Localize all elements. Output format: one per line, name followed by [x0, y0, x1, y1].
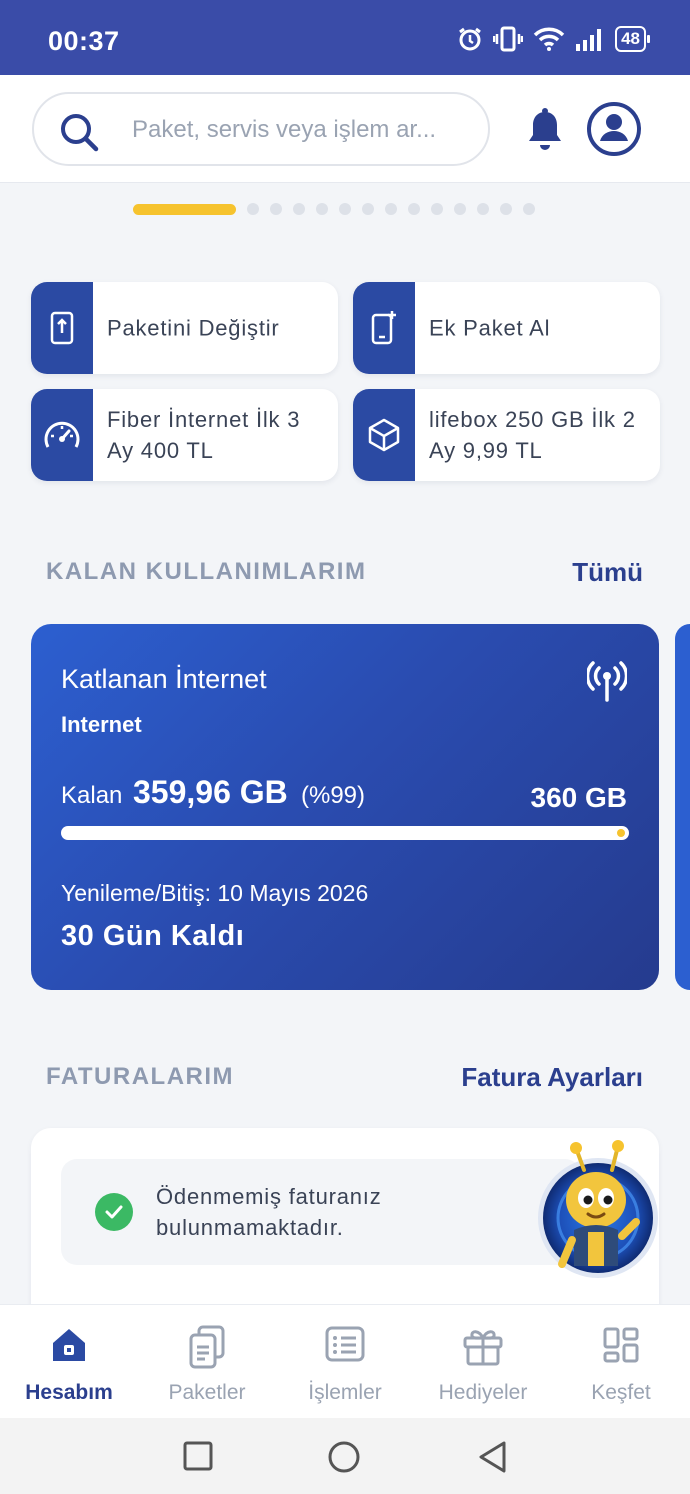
quick-action-lifebox[interactable]: lifebox 250 GB İlk 2 Ay 9,99 TL — [353, 389, 660, 481]
nav-label: İşlemler — [308, 1381, 382, 1404]
assistant-mascot-icon[interactable] — [536, 1140, 660, 1280]
signal-icon — [576, 29, 602, 51]
usage-card-type: Internet — [61, 712, 142, 737]
bottom-nav: Hesabım Paketler İşlemler Hediyeler Keşf… — [0, 1304, 690, 1418]
nav-tab-islemler[interactable]: İşlemler — [276, 1305, 414, 1419]
carousel-dot[interactable] — [477, 203, 489, 215]
progress-end-dot — [617, 829, 625, 837]
alarm-icon — [459, 27, 481, 51]
status-bar: 00:37 48 — [0, 0, 690, 75]
usage-days-left: 30 Gün Kaldı — [61, 920, 245, 952]
profile-icon[interactable] — [586, 101, 642, 157]
usage-section-title: KALAN KULLANIMLARIM — [46, 558, 367, 585]
usage-card-title: Katlanan İnternet — [61, 664, 267, 694]
bill-settings-link[interactable]: Fatura Ayarları — [461, 1062, 643, 1093]
box-icon — [368, 418, 400, 452]
app-header: Paket, servis veya işlem ar... — [0, 75, 690, 183]
carousel-dot[interactable] — [293, 203, 305, 215]
nav-label: Keşfet — [591, 1381, 651, 1404]
packages-icon — [189, 1325, 225, 1369]
carousel-dot[interactable] — [431, 203, 443, 215]
bills-section-title: FATURALARIM — [46, 1063, 235, 1090]
usage-card[interactable]: Katlanan İnternet Internet Kalan 359,96 … — [31, 624, 659, 990]
carousel-dot[interactable] — [247, 203, 259, 215]
usage-total: 360 GB — [530, 782, 628, 813]
carousel-dot-active[interactable] — [133, 203, 236, 215]
usage-percent: (%99) — [301, 782, 366, 809]
speedometer-icon — [44, 421, 80, 448]
carousel-dot[interactable] — [454, 203, 466, 215]
nav-tab-hediyeler[interactable]: Hediyeler — [414, 1305, 552, 1419]
bill-status: Ödenmemiş faturanız bulunmamaktadır. — [61, 1159, 581, 1265]
carousel-indicator — [133, 203, 535, 215]
nav-label: Hesabım — [25, 1381, 113, 1404]
usage-progress-bar — [61, 826, 629, 840]
carousel-dot[interactable] — [523, 203, 535, 215]
explore-icon — [603, 1327, 639, 1363]
wifi-icon — [533, 27, 565, 51]
vibrate-icon — [493, 26, 524, 52]
gift-icon — [463, 1330, 503, 1366]
carousel-dot[interactable] — [408, 203, 420, 215]
quick-action-add-package[interactable]: Ek Paket Al — [353, 282, 660, 374]
transactions-icon — [325, 1326, 365, 1362]
carousel-dot[interactable] — [339, 203, 351, 215]
status-time: 00:37 — [48, 26, 120, 56]
carousel-dot[interactable] — [316, 203, 328, 215]
battery-level: 48 — [621, 29, 640, 48]
phone-swap-icon — [50, 311, 74, 345]
phone-add-icon — [371, 311, 396, 345]
home-icon — [53, 1329, 85, 1361]
recents-icon[interactable] — [182, 1440, 214, 1472]
next-usage-card[interactable] — [675, 624, 690, 990]
antenna-icon — [587, 661, 627, 702]
quick-action-fiber[interactable]: Fiber İnternet İlk 3 Ay 400 TL — [31, 389, 338, 481]
battery-icon: 48 — [615, 26, 650, 52]
usage-remaining-value: 359,96 GB — [133, 774, 288, 810]
quick-action-label: Fiber İnternet İlk 3 Ay 400 TL — [107, 407, 301, 463]
quick-action-label: Ek Paket Al — [429, 315, 551, 341]
nav-label: Hediyeler — [438, 1381, 528, 1404]
carousel-dot[interactable] — [362, 203, 374, 215]
nav-tab-paketler[interactable]: Paketler — [138, 1305, 276, 1419]
search-icon — [61, 114, 99, 152]
carousel-dot[interactable] — [270, 203, 282, 215]
search-input[interactable]: Paket, servis veya işlem ar... — [132, 116, 436, 144]
usage-remaining-label: Kalan — [61, 782, 123, 809]
back-icon[interactable] — [476, 1440, 508, 1474]
usage-all-link[interactable]: Tümü — [572, 557, 643, 588]
nav-tab-hesabim[interactable]: Hesabım — [0, 1305, 138, 1419]
search-bar[interactable]: Paket, servis veya işlem ar... — [32, 92, 490, 166]
quick-action-label: Paketini Değiştir — [107, 315, 280, 341]
quick-action-label: lifebox 250 GB İlk 2 Ay 9,99 TL — [429, 407, 636, 463]
carousel-dot[interactable] — [385, 203, 397, 215]
status-icons: 48 — [457, 26, 650, 52]
home-circle-icon[interactable] — [327, 1440, 361, 1474]
check-icon — [95, 1193, 133, 1231]
nav-tab-kesfet[interactable]: Keşfet — [552, 1305, 690, 1419]
system-navigation-bar — [0, 1418, 690, 1494]
bill-status-message: Ödenmemiş faturanız bulunmamaktadır. — [156, 1184, 382, 1240]
usage-renewal-date: Yenileme/Bitiş: 10 Mayıs 2026 — [61, 880, 369, 906]
bell-icon[interactable] — [526, 108, 564, 152]
nav-label: Paketler — [168, 1381, 246, 1404]
carousel-dot[interactable] — [500, 203, 512, 215]
quick-action-change-package[interactable]: Paketini Değiştir — [31, 282, 338, 374]
